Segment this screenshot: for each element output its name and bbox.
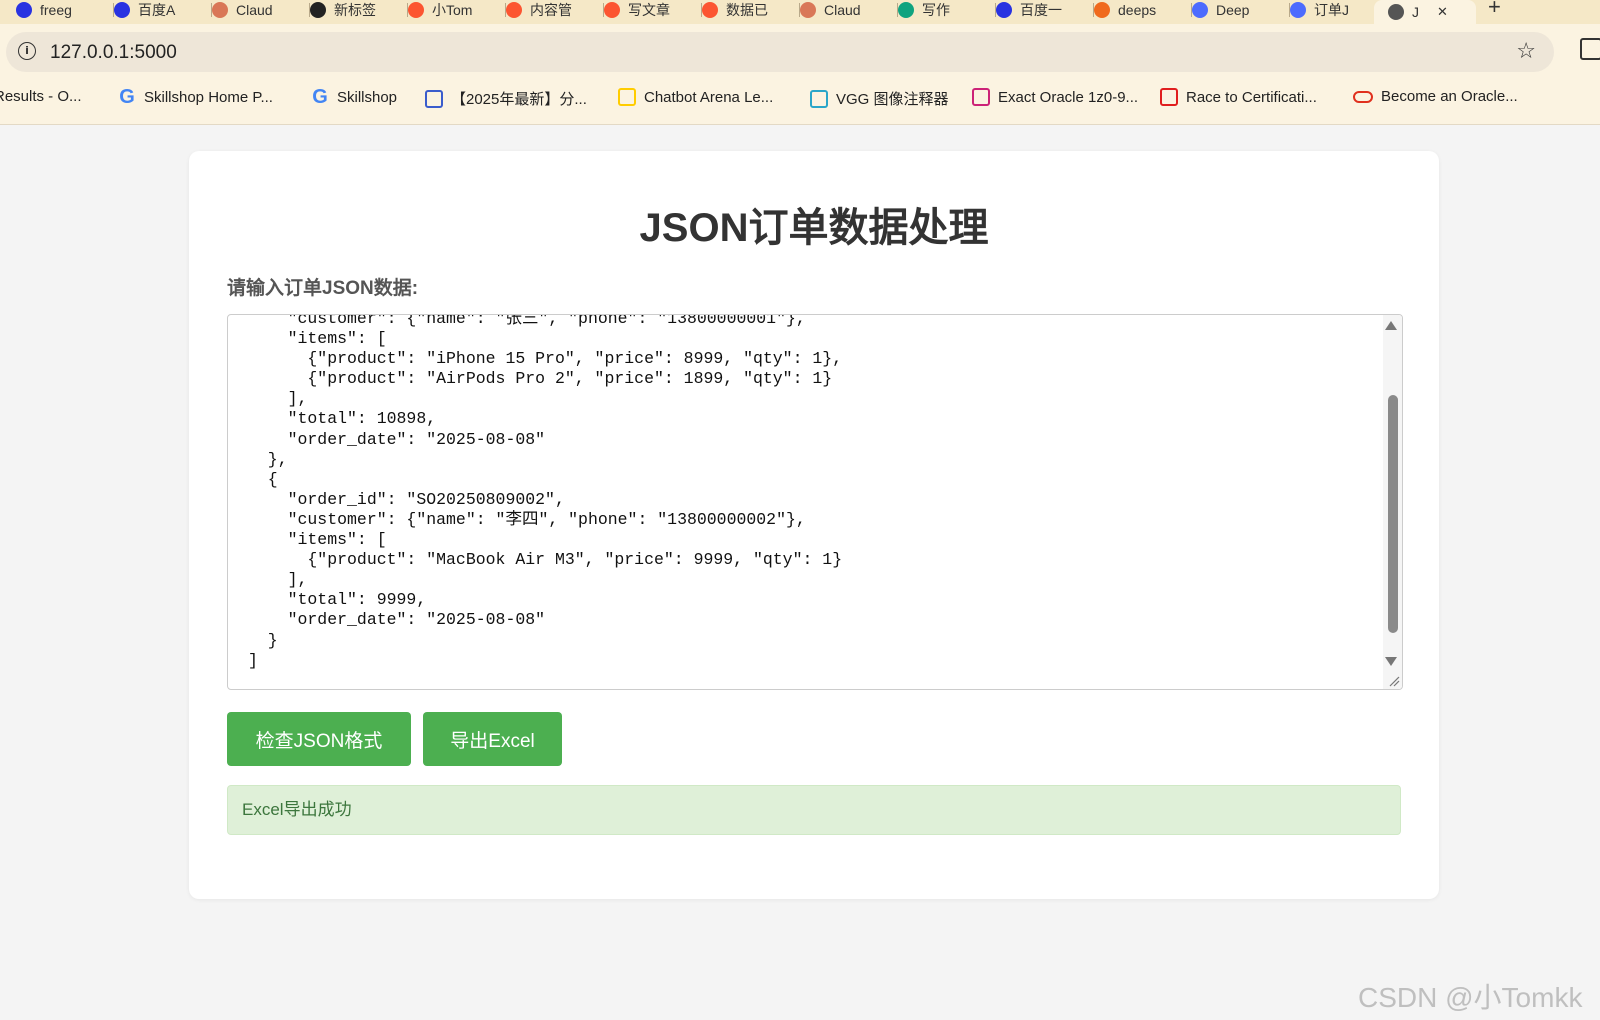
hugging-face-icon bbox=[618, 88, 636, 106]
json-textarea-content[interactable]: "customer": {"name": "张三", "phone": "138… bbox=[248, 315, 842, 671]
json-input-label: 请输入订单JSON数据: bbox=[227, 278, 419, 299]
watermark: CSDN @小Tomkk bbox=[1358, 982, 1583, 1013]
claude-icon bbox=[800, 2, 816, 18]
site-info-icon[interactable]: i bbox=[18, 42, 36, 60]
browser-tab[interactable]: 小Tom bbox=[394, 0, 506, 20]
google-icon: G bbox=[119, 85, 135, 108]
tab-label: freeg bbox=[40, 2, 72, 18]
bookmark-item[interactable]: Exact Oracle 1z0-9... bbox=[972, 88, 1138, 106]
scroll-up-arrow-icon[interactable] bbox=[1385, 321, 1397, 330]
bookmark-label: Chatbot Arena Le... bbox=[644, 88, 774, 106]
tab-label: deeps bbox=[1118, 2, 1157, 18]
tab-label: 数据已 bbox=[726, 2, 768, 18]
url-text[interactable]: 127.0.0.1:5000 bbox=[50, 42, 177, 64]
browser-tab[interactable]: deeps bbox=[1080, 0, 1192, 20]
browser-tab[interactable]: 百度一 bbox=[982, 0, 1094, 20]
chatgpt-icon bbox=[898, 2, 914, 18]
main-card: JSON订单数据处理 请输入订单JSON数据: "customer": {"na… bbox=[189, 151, 1439, 899]
textarea-scrollbar[interactable] bbox=[1383, 315, 1402, 689]
new-tab-icon[interactable]: + bbox=[1488, 0, 1501, 20]
bookmark-label: VGG 图像注释器 bbox=[836, 91, 949, 108]
bookmark-label: Results - O... bbox=[0, 88, 82, 105]
baidu-paw-icon bbox=[996, 2, 1012, 18]
tab-strip: freeg 百度A Claud 新标签 小Tom 内容管 写文章 数据已 Claud 写作 百度一 d… bbox=[0, 0, 1600, 24]
bookmarks-bar: Results - O... G Skillshop Home P... G Skill… bbox=[0, 74, 1600, 125]
bookmark-item[interactable]: Race to Certificati... bbox=[1160, 88, 1317, 106]
tab-label: 百度一 bbox=[1020, 2, 1062, 18]
claude-icon bbox=[212, 2, 228, 18]
tab-label: 写作 bbox=[922, 2, 950, 18]
close-tab-icon[interactable]: ✕ bbox=[1437, 4, 1448, 20]
browser-tab[interactable]: freeg bbox=[2, 0, 114, 20]
tab-label: J bbox=[1412, 4, 1419, 20]
browser-tab[interactable]: 写作 bbox=[884, 0, 996, 20]
tab-label: 写文章 bbox=[628, 2, 670, 18]
csdn-icon bbox=[604, 2, 620, 18]
deepseek-icon bbox=[1094, 2, 1110, 18]
exact-e-icon bbox=[972, 88, 990, 106]
github-icon bbox=[310, 2, 326, 18]
vgg-icon bbox=[810, 89, 828, 108]
resize-handle-icon[interactable] bbox=[1388, 675, 1400, 687]
oracle-oval-icon bbox=[1353, 90, 1373, 103]
browser-tab[interactable]: 内容管 bbox=[492, 0, 604, 20]
bookmark-label: Exact Oracle 1z0-9... bbox=[998, 88, 1139, 106]
bookmark-label: Skillshop Home P... bbox=[144, 88, 273, 106]
browser-tab[interactable]: J ✕ bbox=[1374, 0, 1476, 24]
browser-tab[interactable]: Claud bbox=[198, 0, 310, 20]
browser-tab[interactable]: 新标签 bbox=[296, 0, 408, 20]
globe-icon bbox=[1388, 4, 1404, 20]
address-bar-row: i 127.0.0.1:5000 ☆ bbox=[0, 24, 1600, 74]
tab-label: Deep bbox=[1216, 2, 1250, 18]
browser-tab[interactable]: 写文章 bbox=[590, 0, 702, 20]
omnibox[interactable]: i 127.0.0.1:5000 ☆ bbox=[6, 32, 1554, 72]
export-excel-button[interactable]: 导出Excel bbox=[423, 712, 562, 766]
tab-label: Claud bbox=[824, 2, 861, 18]
check-json-button[interactable]: 检查JSON格式 bbox=[227, 712, 411, 766]
baidu-paw-icon bbox=[114, 2, 130, 18]
extensions-icon[interactable] bbox=[1580, 38, 1600, 60]
bookmark-item[interactable]: G Skillshop bbox=[311, 85, 398, 108]
tab-label: 小Tom bbox=[432, 2, 473, 18]
bookmark-item[interactable]: VGG 图像注释器 bbox=[810, 88, 949, 109]
csdn-icon bbox=[506, 2, 522, 18]
bookmark-item[interactable]: Become an Oracle... bbox=[1353, 88, 1518, 105]
thumbs-up-icon bbox=[425, 89, 443, 108]
browser-tab[interactable]: Deep bbox=[1178, 0, 1290, 20]
tab-label: 百度A bbox=[138, 2, 176, 18]
bookmark-item[interactable]: Results - O... bbox=[0, 88, 82, 105]
bookmark-item[interactable]: Chatbot Arena Le... bbox=[618, 88, 773, 106]
result-message: Excel导出成功 bbox=[227, 785, 1401, 835]
deepseek-whale-icon bbox=[1290, 2, 1306, 18]
google-icon: G bbox=[312, 85, 328, 108]
browser-tab[interactable]: Claud bbox=[786, 0, 898, 20]
scrollbar-thumb[interactable] bbox=[1388, 395, 1398, 633]
deepseek-whale-icon bbox=[1192, 2, 1208, 18]
bookmark-item[interactable]: G Skillshop Home P... bbox=[118, 85, 273, 108]
csdn-icon bbox=[702, 2, 718, 18]
scroll-down-arrow-icon[interactable] bbox=[1385, 657, 1397, 666]
browser-tab[interactable]: 百度A bbox=[100, 0, 212, 20]
page-title: JSON订单数据处理 bbox=[639, 206, 989, 250]
baidu-paw-icon bbox=[16, 2, 32, 18]
bookmark-label: Race to Certificati... bbox=[1186, 88, 1317, 106]
browser-tab[interactable]: 数据已 bbox=[688, 0, 800, 20]
bookmark-label: 【2025年最新】分... bbox=[451, 91, 587, 108]
tab-label: Claud bbox=[236, 2, 273, 18]
tab-label: 新标签 bbox=[334, 2, 376, 18]
bookmark-label: Skillshop bbox=[337, 88, 398, 106]
bookmark-label: Become an Oracle... bbox=[1381, 88, 1518, 105]
bookmark-item[interactable]: 【2025年最新】分... bbox=[425, 88, 587, 109]
tab-label: 内容管 bbox=[530, 2, 572, 18]
bookmark-star-icon[interactable]: ☆ bbox=[1516, 38, 1536, 64]
csdn-icon bbox=[408, 2, 424, 18]
oracle-square-icon bbox=[1160, 88, 1178, 106]
json-textarea[interactable]: "customer": {"name": "张三", "phone": "138… bbox=[227, 314, 1403, 690]
tab-label: 订单J bbox=[1314, 2, 1349, 18]
browser-tab[interactable]: 订单J bbox=[1276, 0, 1388, 20]
